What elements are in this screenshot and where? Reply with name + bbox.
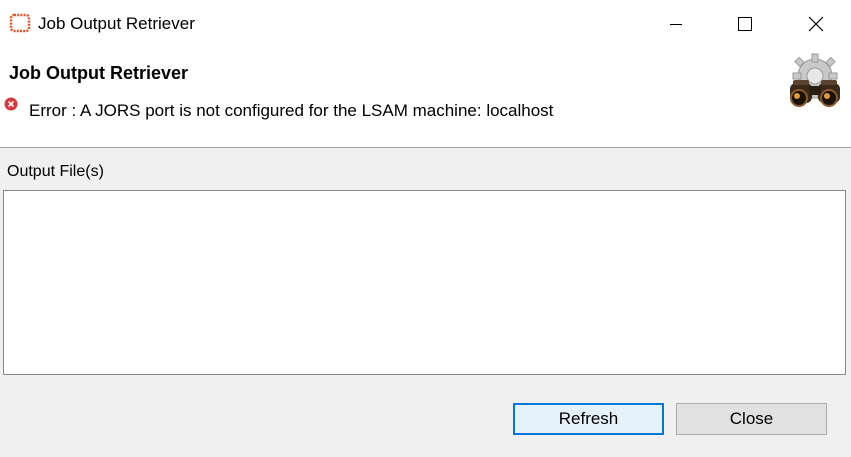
title-bar[interactable]: Job Output Retriever xyxy=(0,0,851,48)
minimize-button[interactable] xyxy=(653,0,699,48)
refresh-button[interactable]: Refresh xyxy=(513,403,664,435)
output-files-list[interactable] xyxy=(3,190,846,375)
maximize-button[interactable] xyxy=(722,0,768,48)
dialog-heading: Job Output Retriever xyxy=(9,63,189,83)
minimize-icon xyxy=(670,24,682,25)
output-files-label: Output File(s) xyxy=(7,163,104,180)
binoculars-gear-icon xyxy=(790,53,840,107)
close-button[interactable]: Close xyxy=(676,403,827,435)
error-message: Error : A JORS port is not configured fo… xyxy=(29,101,554,120)
maximize-icon xyxy=(738,17,752,31)
close-icon xyxy=(808,16,824,32)
dialog-header: Job Output Retriever Error : A JORS port… xyxy=(0,48,851,147)
error-icon xyxy=(4,97,18,111)
window-title: Job Output Retriever xyxy=(38,14,195,33)
header-separator xyxy=(0,147,851,148)
app-icon xyxy=(9,13,31,33)
window-close-button[interactable] xyxy=(793,0,839,48)
